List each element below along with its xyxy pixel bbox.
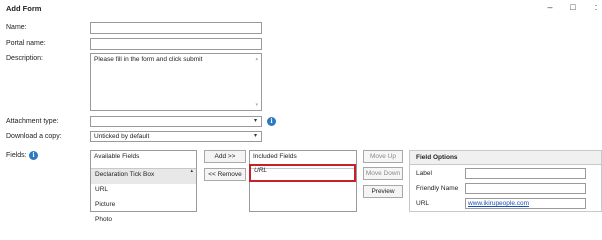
download-copy-label: Download a copy: — [6, 133, 62, 140]
list-item[interactable]: Photo — [91, 214, 196, 229]
scroll-up-icon[interactable]: ▴ — [190, 168, 193, 174]
close-icon[interactable]: : — [589, 1, 602, 13]
url-input[interactable]: www.ikirupeople.com — [465, 198, 586, 209]
maximize-icon[interactable]: □ — [566, 1, 580, 13]
chevron-down-icon: ▾ — [253, 133, 257, 139]
available-fields-header: Available Fields — [91, 151, 196, 169]
included-item-url[interactable]: URL — [249, 164, 356, 182]
fields-label: Fields: — [6, 152, 27, 159]
included-item-label: URL — [254, 167, 268, 174]
field-label-input[interactable] — [465, 168, 586, 179]
fields-info-icon[interactable]: i — [29, 151, 38, 160]
field-options-header: Field Options — [410, 151, 601, 165]
remove-button[interactable]: << Remove — [204, 168, 246, 181]
portal-name-input[interactable] — [90, 38, 262, 50]
move-down-button[interactable]: Move Down — [363, 167, 403, 180]
add-button[interactable]: Add >> — [204, 150, 246, 163]
portal-name-label: Portal name: — [6, 40, 46, 47]
scroll-up-icon[interactable]: ▴ — [255, 56, 258, 62]
available-fields-list[interactable]: Available Fields Declaration Tick Box UR… — [90, 150, 197, 223]
attachment-type-label: Attachment type: — [6, 118, 59, 125]
download-copy-select[interactable]: Unticked by default ▾ — [90, 131, 262, 142]
description-value: Please fill in the form and click submit — [94, 56, 203, 63]
field-label-label: Label — [416, 170, 432, 177]
attachment-info-icon[interactable]: i — [267, 117, 276, 126]
description-textarea[interactable]: Please fill in the form and click submit… — [90, 53, 262, 111]
url-value[interactable]: www.ikirupeople.com — [468, 200, 529, 207]
download-copy-value: Unticked by default — [94, 133, 150, 140]
name-label: Name: — [6, 24, 27, 31]
friendly-name-label: Friendly Name — [416, 185, 459, 192]
list-item[interactable]: Declaration Tick Box — [91, 169, 196, 184]
name-input[interactable] — [90, 22, 262, 34]
attachment-type-select[interactable]: ▾ — [90, 116, 262, 127]
url-label: URL — [416, 200, 430, 207]
chevron-down-icon: ▾ — [253, 118, 257, 124]
friendly-name-input[interactable] — [465, 183, 586, 194]
scroll-down-icon[interactable]: ▾ — [255, 102, 258, 108]
move-up-button[interactable]: Move Up — [363, 150, 403, 163]
description-label: Description: — [6, 55, 43, 62]
preview-button[interactable]: Preview — [363, 185, 403, 198]
list-item[interactable]: Picture — [91, 199, 196, 214]
window-title: Add Form — [6, 4, 42, 13]
list-item[interactable]: URL — [91, 184, 196, 199]
minimize-icon[interactable]: – — [543, 1, 557, 13]
